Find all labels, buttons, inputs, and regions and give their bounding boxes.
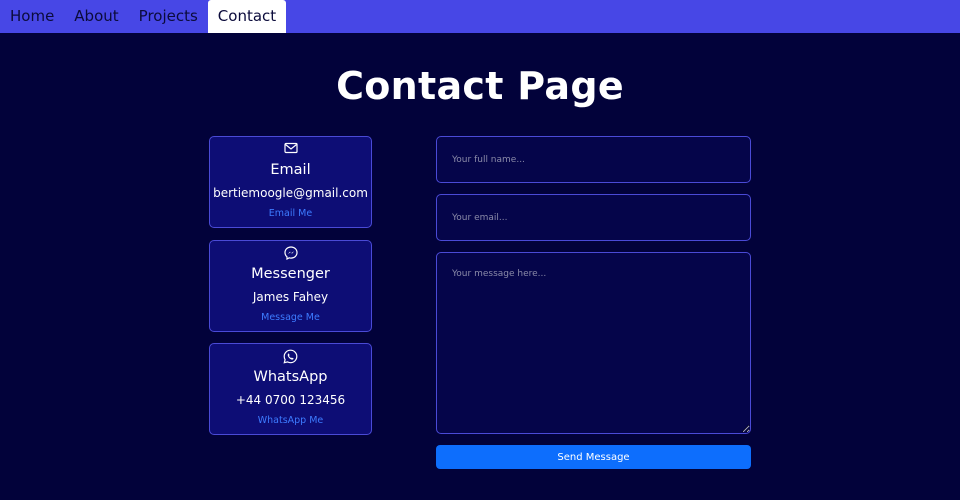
card-value: bertiemoogle@gmail.com — [213, 186, 368, 200]
navbar: Home About Projects Contact — [0, 0, 960, 33]
messenger-icon — [210, 246, 371, 260]
card-title: Messenger — [251, 266, 330, 282]
send-message-button[interactable]: Send Message — [436, 445, 751, 469]
nav-link-about[interactable]: About — [64, 0, 128, 33]
card-title: Email — [270, 162, 311, 178]
message-me-link[interactable]: Message Me — [210, 312, 371, 323]
card-value: James Fahey — [252, 290, 329, 304]
whatsapp-icon — [210, 349, 371, 364]
card-value: +44 0700 123456 — [235, 393, 346, 407]
email-input[interactable] — [436, 194, 751, 241]
contact-card-whatsapp: WhatsApp +44 0700 123456 WhatsApp Me — [209, 343, 372, 435]
message-textarea[interactable] — [436, 252, 751, 434]
card-title: WhatsApp — [253, 369, 328, 385]
contact-card-messenger: Messenger James Fahey Message Me — [209, 240, 372, 332]
page-title: Contact Page — [336, 64, 624, 108]
nav-link-contact[interactable]: Contact — [207, 0, 287, 33]
nav-link-home[interactable]: Home — [0, 0, 64, 33]
contact-card-email: Email bertiemoogle@gmail.com Email Me — [209, 136, 372, 228]
mail-icon — [210, 142, 371, 154]
name-input[interactable] — [436, 136, 751, 183]
whatsapp-me-link[interactable]: WhatsApp Me — [210, 415, 371, 426]
email-me-link[interactable]: Email Me — [210, 208, 371, 219]
nav-link-projects[interactable]: Projects — [129, 0, 208, 33]
